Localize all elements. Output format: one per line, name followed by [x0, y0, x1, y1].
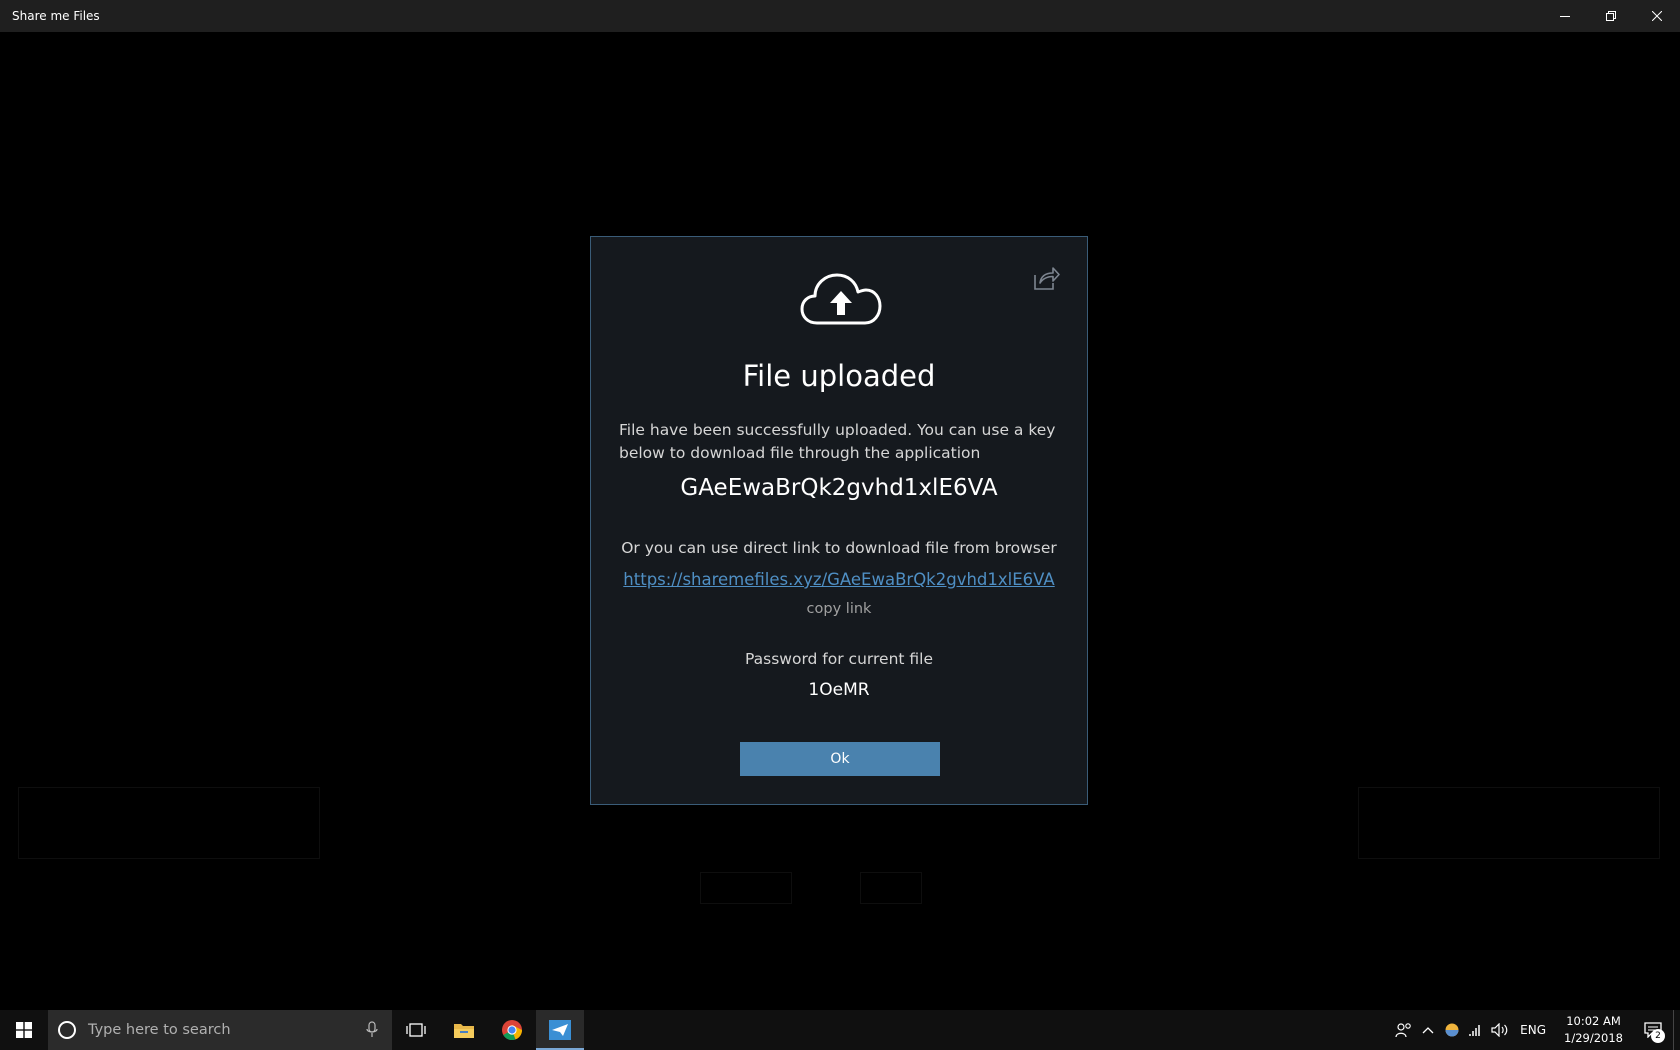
action-center-button[interactable]: 2	[1633, 1010, 1673, 1050]
share-button[interactable]	[1031, 263, 1061, 293]
clock-date: 1/29/2018	[1564, 1031, 1623, 1045]
clock[interactable]: 10:02 AM 1/29/2018	[1554, 1013, 1633, 1047]
restore-button[interactable]	[1588, 0, 1634, 32]
background-panel	[1358, 787, 1660, 859]
weather-tray-button[interactable]	[1440, 1010, 1464, 1050]
start-button[interactable]	[0, 1010, 48, 1050]
background-panel	[18, 787, 320, 859]
wifi-icon	[1469, 1025, 1480, 1036]
share-icon	[1034, 267, 1060, 290]
background-panel	[700, 872, 792, 904]
show-desktop-button[interactable]	[1673, 1010, 1680, 1050]
password-value: 1OeMR	[808, 680, 870, 700]
file-uploaded-dialog: File uploaded File have been successfull…	[590, 236, 1088, 805]
task-view-icon	[406, 1023, 426, 1037]
system-tray: ENG 10:02 AM 1/29/2018 2	[1392, 1010, 1680, 1050]
direct-link-description: Or you can use direct link to download f…	[621, 539, 1057, 557]
people-button[interactable]	[1392, 1010, 1416, 1050]
file-explorer-icon	[454, 1024, 474, 1038]
restore-icon	[1606, 11, 1616, 21]
password-label: Password for current file	[744, 650, 933, 668]
file-explorer-button[interactable]	[440, 1010, 488, 1050]
window-controls	[1542, 0, 1680, 32]
window-title: Share me Files	[12, 9, 100, 23]
chrome-icon	[502, 1020, 523, 1041]
people-icon	[1395, 1023, 1411, 1038]
speaker-icon	[1491, 1023, 1508, 1037]
dialog-description: File have been successfully uploaded. Yo…	[619, 421, 1056, 462]
taskbar: Type here to search ENG 10:02 AM 1/29/20…	[0, 1010, 1680, 1050]
cortana-icon	[58, 1021, 76, 1039]
chrome-button[interactable]	[488, 1010, 536, 1050]
microphone-icon[interactable]	[366, 1021, 378, 1039]
dialog-title: File uploaded	[742, 359, 936, 393]
file-key: GAeEwaBrQk2gvhd1xlE6VA	[680, 475, 998, 501]
task-view-button[interactable]	[392, 1010, 440, 1050]
close-button[interactable]	[1634, 0, 1680, 32]
share-me-files-taskbar-button[interactable]	[536, 1010, 584, 1050]
weather-icon	[1445, 1023, 1459, 1037]
ok-button[interactable]: Ok	[740, 742, 940, 776]
input-language[interactable]: ENG	[1512, 1023, 1554, 1037]
search-placeholder: Type here to search	[88, 1022, 231, 1038]
clock-time: 10:02 AM	[1566, 1014, 1621, 1028]
close-icon	[1652, 11, 1662, 21]
background-panel	[860, 872, 922, 904]
minimize-icon	[1560, 16, 1570, 17]
direct-download-link[interactable]: https://sharemefiles.xyz/GAeEwaBrQk2gvhd…	[591, 570, 1087, 589]
share-me-files-icon	[549, 1020, 571, 1040]
title-bar: Share me Files	[0, 0, 1680, 32]
taskbar-search-box[interactable]: Type here to search	[48, 1010, 392, 1050]
notification-count-badge: 2	[1651, 1029, 1665, 1043]
copy-link-button[interactable]: copy link	[591, 601, 1087, 617]
minimize-button[interactable]	[1542, 0, 1588, 32]
windows-logo-icon	[16, 1022, 32, 1038]
network-button[interactable]	[1464, 1010, 1488, 1050]
chevron-up-icon	[1422, 1027, 1434, 1034]
cloud-upload-icon	[800, 273, 882, 325]
volume-button[interactable]	[1488, 1010, 1512, 1050]
show-hidden-icons-button[interactable]	[1416, 1010, 1440, 1050]
